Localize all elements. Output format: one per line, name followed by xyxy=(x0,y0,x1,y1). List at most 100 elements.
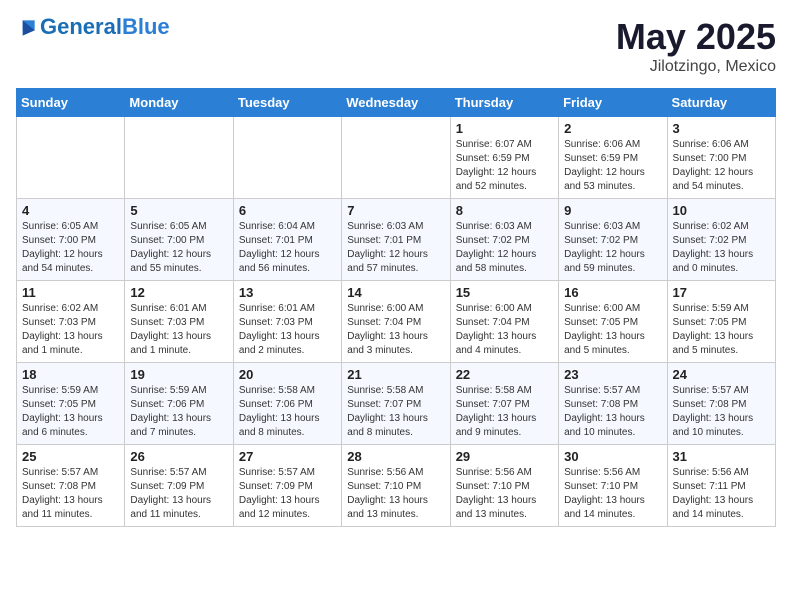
day-number: 10 xyxy=(673,203,770,218)
day-number: 17 xyxy=(673,285,770,300)
day-number: 23 xyxy=(564,367,661,382)
day-number: 14 xyxy=(347,285,444,300)
day-info: Sunrise: 5:57 AM Sunset: 7:08 PM Dayligh… xyxy=(564,384,661,440)
weekday-header-monday: Monday xyxy=(125,89,233,117)
calendar-cell: 24 Sunrise: 5:57 AM Sunset: 7:08 PM Dayli… xyxy=(667,363,775,445)
calendar-cell: 18 Sunrise: 5:59 AM Sunset: 7:05 PM Dayli… xyxy=(17,363,125,445)
calendar-cell: 22 Sunrise: 5:58 AM Sunset: 7:07 PM Dayli… xyxy=(450,363,558,445)
calendar-cell: 12 Sunrise: 6:01 AM Sunset: 7:03 PM Dayli… xyxy=(125,281,233,363)
day-info: Sunrise: 6:06 AM Sunset: 6:59 PM Dayligh… xyxy=(564,138,661,194)
day-info: Sunrise: 5:57 AM Sunset: 7:09 PM Dayligh… xyxy=(130,466,227,522)
day-info: Sunrise: 6:01 AM Sunset: 7:03 PM Dayligh… xyxy=(239,302,336,358)
day-number: 6 xyxy=(239,203,336,218)
calendar-cell: 20 Sunrise: 5:58 AM Sunset: 7:06 PM Dayli… xyxy=(233,363,341,445)
day-info: Sunrise: 5:58 AM Sunset: 7:06 PM Dayligh… xyxy=(239,384,336,440)
calendar-cell: 30 Sunrise: 5:56 AM Sunset: 7:10 PM Dayli… xyxy=(559,445,667,527)
weekday-header-sunday: Sunday xyxy=(17,89,125,117)
location: Jilotzingo, Mexico xyxy=(616,58,776,76)
day-number: 18 xyxy=(22,367,119,382)
day-number: 24 xyxy=(673,367,770,382)
day-number: 20 xyxy=(239,367,336,382)
day-info: Sunrise: 6:02 AM Sunset: 7:02 PM Dayligh… xyxy=(673,220,770,276)
day-info: Sunrise: 6:05 AM Sunset: 7:00 PM Dayligh… xyxy=(130,220,227,276)
day-info: Sunrise: 6:00 AM Sunset: 7:04 PM Dayligh… xyxy=(347,302,444,358)
calendar-cell: 8Sunrise: 6:03 AM Sunset: 7:02 PM Daylig… xyxy=(450,199,558,281)
day-number: 27 xyxy=(239,449,336,464)
logo-icon xyxy=(16,17,36,37)
day-number: 11 xyxy=(22,285,119,300)
day-number: 2 xyxy=(564,121,661,136)
calendar-cell: 27 Sunrise: 5:57 AM Sunset: 7:09 PM Dayli… xyxy=(233,445,341,527)
day-number: 30 xyxy=(564,449,661,464)
day-number: 5 xyxy=(130,203,227,218)
day-info: Sunrise: 5:57 AM Sunset: 7:09 PM Dayligh… xyxy=(239,466,336,522)
weekday-header-saturday: Saturday xyxy=(667,89,775,117)
calendar-cell: 10 Sunrise: 6:02 AM Sunset: 7:02 PM Dayli… xyxy=(667,199,775,281)
calendar-cell: 9Sunrise: 6:03 AM Sunset: 7:02 PM Daylig… xyxy=(559,199,667,281)
calendar-cell: 2 Sunrise: 6:06 AM Sunset: 6:59 PM Daylig… xyxy=(559,117,667,199)
page-header: GeneralBlue May 2025 Jilotzingo, Mexico xyxy=(16,16,776,76)
title-block: May 2025 Jilotzingo, Mexico xyxy=(616,16,776,76)
calendar-cell: 19 Sunrise: 5:59 AM Sunset: 7:06 PM Dayli… xyxy=(125,363,233,445)
day-info: Sunrise: 6:03 AM Sunset: 7:01 PM Dayligh… xyxy=(347,220,444,276)
calendar-cell: 13 Sunrise: 6:01 AM Sunset: 7:03 PM Dayli… xyxy=(233,281,341,363)
week-row-1: 1 Sunrise: 6:07 AM Sunset: 6:59 PM Daylig… xyxy=(17,117,776,199)
calendar-cell: 25 Sunrise: 5:57 AM Sunset: 7:08 PM Dayli… xyxy=(17,445,125,527)
day-info: Sunrise: 6:00 AM Sunset: 7:05 PM Dayligh… xyxy=(564,302,661,358)
weekday-header-row: SundayMondayTuesdayWednesdayThursdayFrid… xyxy=(17,89,776,117)
calendar-cell: 23 Sunrise: 5:57 AM Sunset: 7:08 PM Dayli… xyxy=(559,363,667,445)
day-number: 1 xyxy=(456,121,553,136)
day-number: 16 xyxy=(564,285,661,300)
day-info: Sunrise: 5:59 AM Sunset: 7:06 PM Dayligh… xyxy=(130,384,227,440)
day-info: Sunrise: 5:57 AM Sunset: 7:08 PM Dayligh… xyxy=(22,466,119,522)
day-info: Sunrise: 6:04 AM Sunset: 7:01 PM Dayligh… xyxy=(239,220,336,276)
weekday-header-thursday: Thursday xyxy=(450,89,558,117)
calendar-cell xyxy=(233,117,341,199)
day-info: Sunrise: 6:06 AM Sunset: 7:00 PM Dayligh… xyxy=(673,138,770,194)
day-number: 13 xyxy=(239,285,336,300)
logo-blue: Blue xyxy=(122,14,170,39)
day-number: 9 xyxy=(564,203,661,218)
day-info: Sunrise: 5:58 AM Sunset: 7:07 PM Dayligh… xyxy=(456,384,553,440)
calendar-cell: 1 Sunrise: 6:07 AM Sunset: 6:59 PM Daylig… xyxy=(450,117,558,199)
day-number: 25 xyxy=(22,449,119,464)
calendar-cell: 4Sunrise: 6:05 AM Sunset: 7:00 PM Daylig… xyxy=(17,199,125,281)
day-info: Sunrise: 5:56 AM Sunset: 7:10 PM Dayligh… xyxy=(456,466,553,522)
calendar-cell: 5 Sunrise: 6:05 AM Sunset: 7:00 PM Daylig… xyxy=(125,199,233,281)
day-number: 8 xyxy=(456,203,553,218)
day-number: 28 xyxy=(347,449,444,464)
weekday-header-friday: Friday xyxy=(559,89,667,117)
week-row-2: 4Sunrise: 6:05 AM Sunset: 7:00 PM Daylig… xyxy=(17,199,776,281)
day-number: 19 xyxy=(130,367,227,382)
day-info: Sunrise: 5:59 AM Sunset: 7:05 PM Dayligh… xyxy=(22,384,119,440)
day-number: 26 xyxy=(130,449,227,464)
day-info: Sunrise: 5:56 AM Sunset: 7:10 PM Dayligh… xyxy=(347,466,444,522)
calendar-cell xyxy=(17,117,125,199)
day-info: Sunrise: 6:07 AM Sunset: 6:59 PM Dayligh… xyxy=(456,138,553,194)
day-info: Sunrise: 6:01 AM Sunset: 7:03 PM Dayligh… xyxy=(130,302,227,358)
week-row-5: 25 Sunrise: 5:57 AM Sunset: 7:08 PM Dayli… xyxy=(17,445,776,527)
day-info: Sunrise: 5:57 AM Sunset: 7:08 PM Dayligh… xyxy=(673,384,770,440)
calendar-cell: 31 Sunrise: 5:56 AM Sunset: 7:11 PM Dayli… xyxy=(667,445,775,527)
day-info: Sunrise: 5:56 AM Sunset: 7:11 PM Dayligh… xyxy=(673,466,770,522)
calendar-cell: 28 Sunrise: 5:56 AM Sunset: 7:10 PM Dayli… xyxy=(342,445,450,527)
day-number: 31 xyxy=(673,449,770,464)
calendar-cell xyxy=(342,117,450,199)
day-number: 7 xyxy=(347,203,444,218)
logo: GeneralBlue xyxy=(16,16,170,38)
day-info: Sunrise: 6:00 AM Sunset: 7:04 PM Dayligh… xyxy=(456,302,553,358)
calendar-cell: 3Sunrise: 6:06 AM Sunset: 7:00 PM Daylig… xyxy=(667,117,775,199)
logo-general: General xyxy=(40,14,122,39)
calendar-cell: 15 Sunrise: 6:00 AM Sunset: 7:04 PM Dayli… xyxy=(450,281,558,363)
day-info: Sunrise: 5:56 AM Sunset: 7:10 PM Dayligh… xyxy=(564,466,661,522)
day-number: 22 xyxy=(456,367,553,382)
week-row-3: 11Sunrise: 6:02 AM Sunset: 7:03 PM Dayli… xyxy=(17,281,776,363)
calendar-cell: 11Sunrise: 6:02 AM Sunset: 7:03 PM Dayli… xyxy=(17,281,125,363)
day-number: 15 xyxy=(456,285,553,300)
calendar-table: SundayMondayTuesdayWednesdayThursdayFrid… xyxy=(16,88,776,527)
calendar-cell: 14 Sunrise: 6:00 AM Sunset: 7:04 PM Dayli… xyxy=(342,281,450,363)
month-year: May 2025 xyxy=(616,16,776,58)
day-number: 21 xyxy=(347,367,444,382)
day-info: Sunrise: 6:05 AM Sunset: 7:00 PM Dayligh… xyxy=(22,220,119,276)
day-number: 12 xyxy=(130,285,227,300)
